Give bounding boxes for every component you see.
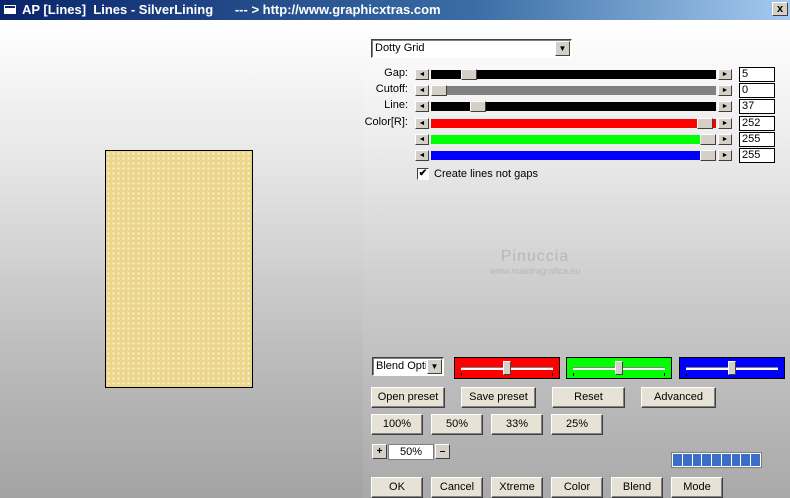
zoom-50-button[interactable]: 50% [431,414,483,435]
progress-segment [682,454,692,466]
gap-label: Gap: [384,67,408,79]
arrow-right-icon[interactable]: ► [718,134,732,145]
preview-canvas [105,150,253,388]
blend-green-slider-thumb[interactable] [615,361,623,375]
arrow-left-icon[interactable]: ◄ [415,101,429,112]
watermark-url: www.maidiragrafica.eu [489,266,581,276]
arrow-left-icon[interactable]: ◄ [415,150,429,161]
create-lines-label: Create lines not gaps [434,168,538,180]
cutoff-slider-thumb[interactable] [431,85,447,96]
blend-blue-slider-thumb[interactable] [728,361,736,375]
color_r-slider[interactable]: ◄ ► [415,118,732,129]
zoom-in-button[interactable]: + [372,444,387,459]
title-bar: AP [Lines] Lines - SilverLining --- > ht… [0,0,790,20]
progress-segment [721,454,731,466]
arrow-left-icon[interactable]: ◄ [415,69,429,80]
close-button[interactable]: x [772,2,788,16]
arrow-right-icon[interactable]: ► [718,118,732,129]
arrow-right-icon[interactable]: ► [718,150,732,161]
zoom-value: 50% [388,444,434,460]
cutoff-value-field[interactable]: 0 [739,83,775,98]
cutoff-label: Cutoff: [375,83,408,95]
ok-button[interactable]: OK [371,477,423,498]
progress-segment [702,454,712,466]
preset-dropdown-value: Dotty Grid [375,42,425,54]
blend-dropdown[interactable]: Blend Optio ▼ [372,357,444,376]
mode-button[interactable]: Mode [671,477,723,498]
xtreme-button[interactable]: Xtreme [491,477,543,498]
gap-slider-thumb[interactable] [461,69,477,80]
progress-segment [692,454,702,466]
preview-pane [0,20,363,498]
gap-slider[interactable]: ◄ ► [415,69,732,80]
arrow-right-icon[interactable]: ► [718,101,732,112]
arrow-left-icon[interactable]: ◄ [415,85,429,96]
line-value-field[interactable]: 37 [739,99,775,114]
color_g-value-field[interactable]: 255 [739,132,775,147]
blend-red-slider-thumb[interactable] [503,361,511,375]
progress-segment [731,454,741,466]
color_g-slider[interactable]: ◄ ► [415,134,732,145]
cutoff-slider[interactable]: ◄ ► [415,85,732,96]
watermark: Pinuccia www.maidiragrafica.eu [470,248,600,276]
progress-segment [741,454,751,466]
line-slider-thumb[interactable] [470,101,486,112]
zoom-100-button[interactable]: 100% [371,414,423,435]
cancel-button[interactable]: Cancel [431,477,483,498]
progress-bar [671,452,762,468]
window-title: AP [Lines] Lines - SilverLining --- > ht… [22,2,441,17]
zoom-33-button[interactable]: 33% [491,414,543,435]
blend-dropdown-value: Blend Optio [376,360,426,372]
zoom-out-button[interactable]: – [435,444,450,459]
save-preset-button[interactable]: Save preset [461,387,536,408]
arrow-right-icon[interactable]: ► [718,69,732,80]
color_r-slider-track[interactable] [431,119,716,128]
zoom-25-button[interactable]: 25% [551,414,603,435]
color-button[interactable]: Color [551,477,603,498]
color_r-label: Color[R]: [364,116,408,128]
blend-red-slider[interactable] [454,357,560,379]
cutoff-slider-track[interactable] [431,86,716,95]
color_b-slider[interactable]: ◄ ► [415,150,732,161]
chevron-down-icon[interactable]: ▼ [427,359,442,374]
progress-segment [673,454,682,466]
blend-button[interactable]: Blend [611,477,663,498]
advanced-button[interactable]: Advanced [641,387,716,408]
progress-segment [751,454,761,466]
window-icon [3,4,17,15]
watermark-name: Pinuccia [500,248,570,265]
color_b-slider-track[interactable] [431,151,716,160]
gap-value-field[interactable]: 5 [739,67,775,82]
arrow-left-icon[interactable]: ◄ [415,118,429,129]
blend-blue-slider[interactable] [679,357,785,379]
line-slider[interactable]: ◄ ► [415,101,732,112]
color_g-slider-thumb[interactable] [700,134,716,145]
color_b-value-field[interactable]: 255 [739,148,775,163]
create-lines-checkbox[interactable]: ✔ [417,168,429,180]
chevron-down-icon[interactable]: ▼ [555,41,570,56]
color_r-slider-thumb[interactable] [697,118,713,129]
blend-green-slider[interactable] [566,357,672,379]
open-preset-button[interactable]: Open preset [371,387,445,408]
color_b-slider-thumb[interactable] [700,150,716,161]
arrow-right-icon[interactable]: ► [718,85,732,96]
preset-dropdown[interactable]: Dotty Grid ▼ [371,39,572,58]
arrow-left-icon[interactable]: ◄ [415,134,429,145]
color_r-value-field[interactable]: 252 [739,116,775,131]
color_g-slider-track[interactable] [431,135,716,144]
line-label: Line: [384,99,408,111]
reset-button[interactable]: Reset [552,387,625,408]
progress-segment [712,454,721,466]
